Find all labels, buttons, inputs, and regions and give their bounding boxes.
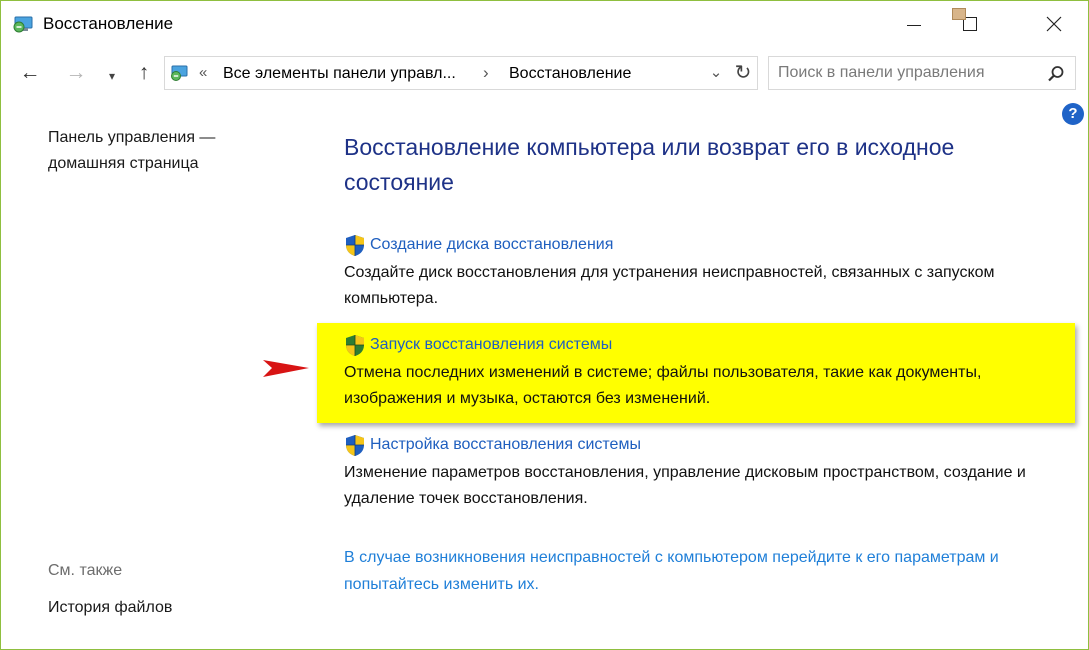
chevron-down-icon: ▾ xyxy=(108,69,116,83)
task-title-row: Создание диска восстановления xyxy=(344,233,1074,257)
task-description: Изменение параметров восстановления, упр… xyxy=(344,464,1026,507)
maximize-icon xyxy=(952,8,977,31)
search-icon[interactable] xyxy=(1047,65,1065,83)
control-panel-icon xyxy=(13,16,33,33)
title-bar[interactable]: Восстановление xyxy=(1,1,1088,47)
task-title-row: Настройка восстановления системы xyxy=(344,433,1074,457)
open-system-restore-link[interactable]: Запуск восстановления системы xyxy=(370,336,612,354)
address-dropdown-button[interactable]: ⌄ xyxy=(707,63,725,81)
control-panel-home-link[interactable]: Панель управления — домашняя страница xyxy=(48,125,278,177)
minimize-button[interactable] xyxy=(891,1,937,47)
refresh-icon: ↻ xyxy=(734,62,752,84)
up-button[interactable]: ↑ xyxy=(131,61,157,85)
arrow-left-icon: ← xyxy=(19,61,41,84)
window-frame: Восстановление ← → ▾ ↑ « Все элементы па… xyxy=(0,0,1089,650)
restore-decoration-icon xyxy=(952,8,966,20)
maximize-button[interactable] xyxy=(947,1,993,47)
task-description: Создайте диск восстановления для устране… xyxy=(344,264,995,307)
forward-button[interactable]: → xyxy=(63,61,89,85)
uac-shield-icon xyxy=(346,334,364,356)
task-open-system-restore: Запуск восстановления системы Отмена пос… xyxy=(344,333,1074,412)
arrow-up-icon: ↑ xyxy=(138,61,150,84)
task-description: Отмена последних изменений в системе; фа… xyxy=(344,364,982,407)
help-button[interactable]: ? xyxy=(1062,103,1084,125)
window-title: Восстановление xyxy=(43,14,174,33)
chevron-down-icon: ⌄ xyxy=(709,64,723,81)
task-title-row: Запуск восстановления системы xyxy=(344,333,1074,357)
recent-locations-button[interactable]: ▾ xyxy=(102,64,122,88)
address-bar[interactable]: « Все элементы панели управл... › Восста… xyxy=(164,56,758,90)
see-also-label: См. также xyxy=(48,562,123,579)
red-arrow-annotation xyxy=(151,360,309,377)
task-configure-system-restore: Настройка восстановления системы Изменен… xyxy=(344,433,1074,512)
configure-system-restore-link[interactable]: Настройка восстановления системы xyxy=(370,436,641,454)
task-create-recovery-drive: Создание диска восстановления Создайте д… xyxy=(344,233,1074,312)
navigation-bar: ← → ▾ ↑ « Все элементы панели управл... … xyxy=(1,51,1088,95)
create-recovery-drive-link[interactable]: Создание диска восстановления xyxy=(370,236,613,254)
close-button[interactable] xyxy=(1031,1,1077,47)
minimize-icon xyxy=(907,24,921,26)
file-history-link[interactable]: История файлов xyxy=(48,599,172,617)
breadcrumb-recovery[interactable]: Восстановление xyxy=(509,65,631,83)
search-box[interactable] xyxy=(768,56,1076,90)
uac-shield-icon xyxy=(346,434,364,456)
arrow-right-icon: → xyxy=(65,61,87,84)
page-title: Восстановление компьютера или возврат ег… xyxy=(344,134,955,195)
refresh-button[interactable]: ↻ xyxy=(731,60,755,85)
breadcrumb-separator-icon[interactable]: › xyxy=(483,63,489,83)
search-input[interactable] xyxy=(778,61,1038,85)
uac-shield-icon xyxy=(346,234,364,256)
back-button[interactable]: ← xyxy=(17,61,43,85)
breadcrumb-all-items[interactable]: Все элементы панели управл... xyxy=(223,65,456,83)
close-icon xyxy=(1046,16,1062,32)
breadcrumb-overflow-icon[interactable]: « xyxy=(199,64,207,81)
control-panel-icon xyxy=(171,65,188,81)
troubleshoot-settings-link[interactable]: В случае возникновения неисправностей с … xyxy=(344,544,1024,598)
